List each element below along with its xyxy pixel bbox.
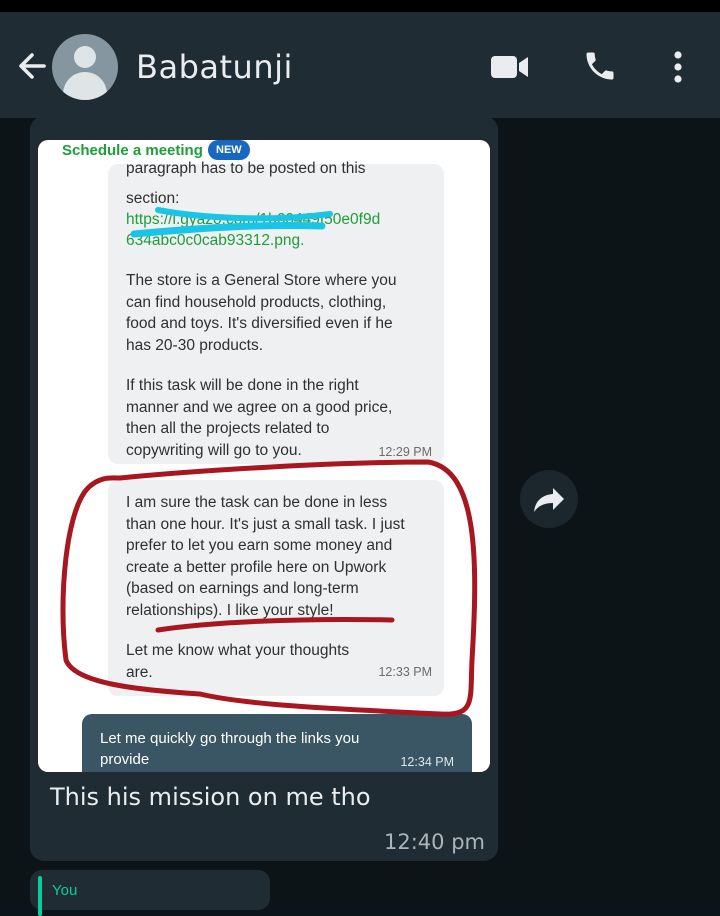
message-time: 12:34 PM <box>400 755 454 769</box>
message-time: 12:40 pm <box>384 830 485 854</box>
avatar[interactable] <box>52 34 118 100</box>
quoted-message-2: I am sure the task can be done in less t… <box>108 480 444 696</box>
next-message-bubble[interactable]: You <box>30 870 270 916</box>
contact-name[interactable]: Babatunji <box>136 48 293 86</box>
quoted-reply: Let me quickly go through the links you … <box>82 714 472 772</box>
reply-bar <box>38 876 42 916</box>
phone-icon[interactable] <box>582 48 618 89</box>
arrow-left-icon[interactable] <box>14 48 50 84</box>
forward-icon[interactable] <box>520 470 578 528</box>
more-vertical-icon[interactable] <box>670 50 686 89</box>
image-link: https://i.gyazo.com/1b60449f50e0f9d <box>126 211 381 228</box>
quoted-message-1: paragraph has to be posted on this secti… <box>108 160 444 464</box>
status-bar <box>0 0 720 12</box>
chat-header: Babatunji <box>0 12 720 118</box>
new-badge: NEW <box>208 140 250 160</box>
message-caption: This his mission on me tho <box>50 783 371 811</box>
video-call-icon[interactable] <box>490 52 530 87</box>
message-time: 12:29 PM <box>378 445 432 459</box>
reply-sender: You <box>52 882 78 899</box>
shared-screenshot-image[interactable]: Schedule a meeting NEW paragraph has to … <box>38 140 490 772</box>
schedule-meeting-link: Schedule a meeting <box>62 142 203 159</box>
message-time: 12:33 PM <box>378 665 432 679</box>
